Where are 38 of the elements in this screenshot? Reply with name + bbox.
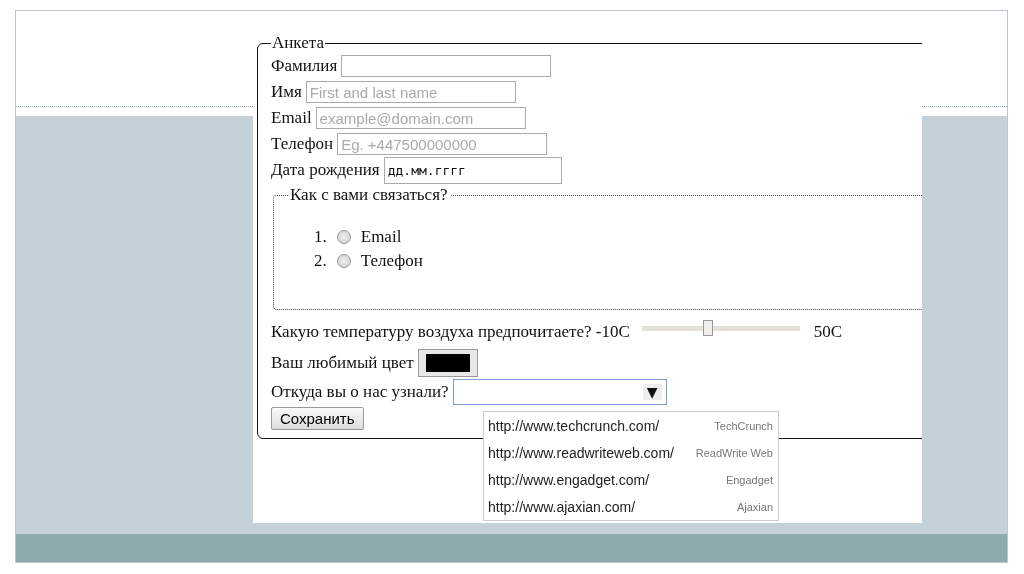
option-url: http://www.ajaxian.com/	[488, 498, 636, 515]
option-title: Ajaxian	[736, 500, 773, 513]
input-field[interactable]: First and last name	[305, 81, 516, 103]
slider-thumb[interactable]	[703, 319, 714, 336]
input-field[interactable]	[341, 55, 552, 77]
color-picker[interactable]	[417, 349, 478, 377]
dropdown-option[interactable]: http://www.readwriteweb.com/ ReadWrite Web	[484, 439, 778, 466]
field-label: Дата рождения	[271, 160, 380, 180]
option-url: http://www.techcrunch.com/	[488, 417, 660, 434]
color-label: Ваш любимый цвет	[271, 353, 414, 373]
date-field[interactable]: дд.мм.гггг	[383, 156, 562, 184]
list-number: 2.	[314, 251, 327, 271]
form-legend: Анкета	[271, 33, 325, 53]
source-dropdown[interactable]: ▼	[452, 379, 667, 405]
input-field[interactable]: example@domain.com	[315, 107, 526, 129]
max-label: 50C	[813, 322, 843, 342]
radio-label: Телефон	[360, 251, 423, 271]
radio-button[interactable]	[336, 230, 351, 244]
dropdown-option[interactable]: http://www.ajaxian.com/ Ajaxian	[484, 493, 778, 520]
field-label: Фамилия	[271, 56, 338, 76]
option-url: http://www.engadget.com/	[488, 471, 650, 488]
radio-label: Email	[360, 227, 402, 247]
temperature-label: Какую температуру воздуха предпочитаете? -10C	[271, 322, 630, 342]
save-button[interactable]: Сохранить	[271, 407, 364, 430]
list-number: 1.	[314, 227, 327, 247]
contact-legend: Как с вами связаться?	[288, 185, 450, 205]
option-url: http://www.readwriteweb.com/	[488, 444, 674, 461]
option-title: Engadget	[725, 473, 773, 486]
field-label: Телефон	[271, 134, 334, 154]
dropdown-option[interactable]: http://www.engadget.com/ Engadget	[484, 466, 778, 493]
option-title: ReadWrite Web	[695, 446, 773, 459]
field-label: Email	[271, 108, 312, 128]
input-field[interactable]: Eg. +447500000000	[337, 133, 548, 155]
radio-button[interactable]	[336, 254, 351, 268]
source-label: Откуда вы о нас узнали?	[271, 382, 449, 402]
option-title: TechCrunch	[714, 419, 773, 432]
field-label: Имя	[271, 82, 302, 102]
dropdown-option[interactable]: http://www.techcrunch.com/ TechCrunch	[484, 412, 778, 439]
